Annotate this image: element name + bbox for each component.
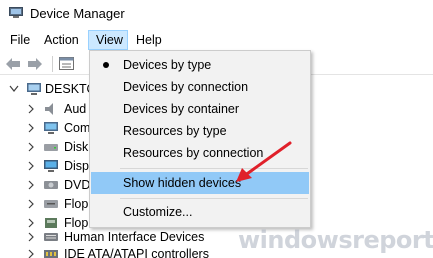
collapsed-chevron-icon[interactable] xyxy=(26,245,36,258)
menu-item-label: Devices by container xyxy=(123,102,240,116)
view-menu-dropdown: Devices by type Devices by connection De… xyxy=(89,50,311,228)
checked-bullet-icon xyxy=(103,62,109,68)
collapsed-chevron-icon[interactable] xyxy=(26,100,36,118)
dvd-drive-icon xyxy=(44,181,58,189)
menu-separator xyxy=(120,198,308,199)
back-arrow-icon[interactable] xyxy=(4,56,22,72)
title-bar: Device Manager xyxy=(0,0,433,28)
toolbar-separator xyxy=(52,56,53,72)
floppy-drive-icon xyxy=(44,200,58,208)
menu-item-devices-by-type[interactable]: Devices by type xyxy=(91,54,309,76)
menu-item-label: Customize... xyxy=(123,205,193,219)
computer-icon xyxy=(44,122,58,134)
hid-icon xyxy=(44,233,58,241)
red-arrow-annotation-icon xyxy=(236,141,292,182)
menu-item-resources-by-type[interactable]: Resources by type xyxy=(91,120,309,142)
menu-item-label: Show hidden devices xyxy=(123,176,242,190)
collapsed-chevron-icon[interactable] xyxy=(26,228,36,246)
menu-item-customize[interactable]: Customize... xyxy=(91,201,309,223)
menu-action[interactable]: Action xyxy=(39,30,84,50)
watermark-logo: windowsreport xyxy=(238,226,433,258)
menu-item-devices-by-container[interactable]: Devices by container xyxy=(91,98,309,120)
computer-icon xyxy=(27,83,41,95)
tree-item-label: Flop xyxy=(64,197,89,211)
tree-item-label: Disk xyxy=(64,140,89,154)
menu-item-label: Devices by connection xyxy=(123,80,249,94)
menu-file[interactable]: File xyxy=(5,30,35,50)
tree-item-label: IDE ATA/ATAPI controllers xyxy=(64,247,209,258)
menu-bar: File Action View Help xyxy=(0,30,433,50)
properties-icon[interactable] xyxy=(58,56,76,72)
ide-controller-icon xyxy=(44,250,58,258)
tree-item-label: DVD xyxy=(64,178,91,192)
collapsed-chevron-icon[interactable] xyxy=(26,138,36,156)
collapsed-chevron-icon[interactable] xyxy=(26,195,36,213)
tree-item-label: Aud xyxy=(64,102,87,116)
disk-drive-icon xyxy=(44,144,58,151)
menu-item-label: Devices by type xyxy=(123,58,212,72)
menu-item-devices-by-connection[interactable]: Devices by connection xyxy=(91,76,309,98)
window-title: Device Manager xyxy=(30,6,125,21)
watermark-text: windowsreport xyxy=(238,226,433,254)
tree-item-label: Com xyxy=(64,121,91,135)
collapsed-chevron-icon[interactable] xyxy=(26,176,36,194)
menu-view[interactable]: View xyxy=(88,30,128,50)
tree-item-label: Disp xyxy=(64,159,90,173)
collapsed-chevron-icon[interactable] xyxy=(26,119,36,137)
tree-item-label: Human Interface Devices xyxy=(64,230,205,244)
floppy-controller-icon xyxy=(45,218,57,228)
menu-item-label: Resources by type xyxy=(123,124,227,138)
expand-chevron-icon[interactable] xyxy=(9,80,19,98)
collapsed-chevron-icon[interactable] xyxy=(26,157,36,175)
forward-arrow-icon[interactable] xyxy=(26,56,44,72)
audio-icon xyxy=(45,103,53,115)
menu-help[interactable]: Help xyxy=(131,30,167,50)
display-adapter-icon xyxy=(44,160,58,172)
device-manager-icon xyxy=(9,7,23,18)
